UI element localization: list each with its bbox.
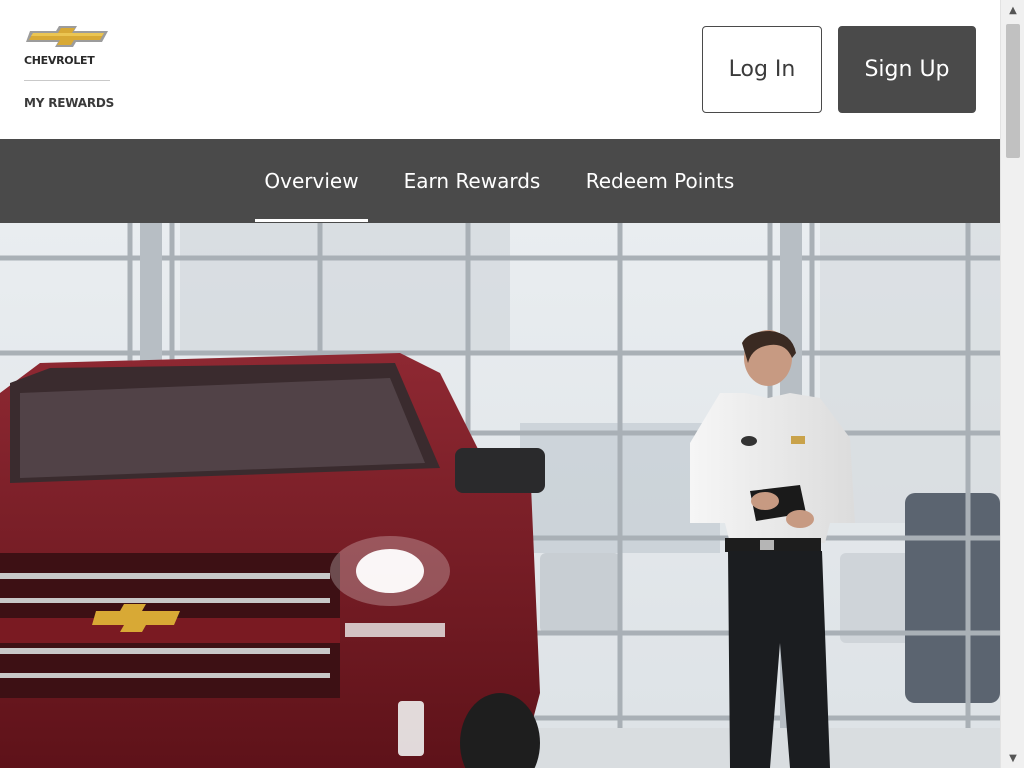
chevrolet-bowtie-icon bbox=[26, 26, 108, 47]
signup-button[interactable]: Sign Up bbox=[838, 26, 976, 113]
login-button[interactable]: Log In bbox=[702, 26, 822, 113]
triangle-up-icon[interactable]: ▲ bbox=[1001, 0, 1024, 20]
brand-name: CHEVROLET bbox=[24, 54, 95, 67]
hero-image bbox=[0, 223, 1000, 768]
site-header: CHEVROLET MY REWARDS Log In Sign Up bbox=[0, 0, 1000, 139]
nav-tab-overview[interactable]: Overview bbox=[255, 139, 368, 223]
vertical-scrollbar[interactable]: ▲ ▼ bbox=[1000, 0, 1024, 768]
brand-divider bbox=[24, 80, 110, 81]
scrollbar-thumb[interactable] bbox=[1006, 24, 1020, 158]
triangle-down-icon[interactable]: ▼ bbox=[1001, 748, 1024, 768]
main-nav: Overview Earn Rewards Redeem Points bbox=[0, 139, 1000, 223]
nav-tab-earn-rewards[interactable]: Earn Rewards bbox=[392, 139, 552, 223]
hero-photo-showroom-truck bbox=[0, 223, 1000, 768]
nav-tab-redeem-points[interactable]: Redeem Points bbox=[574, 139, 746, 223]
brand-subtitle: MY REWARDS bbox=[24, 96, 115, 110]
